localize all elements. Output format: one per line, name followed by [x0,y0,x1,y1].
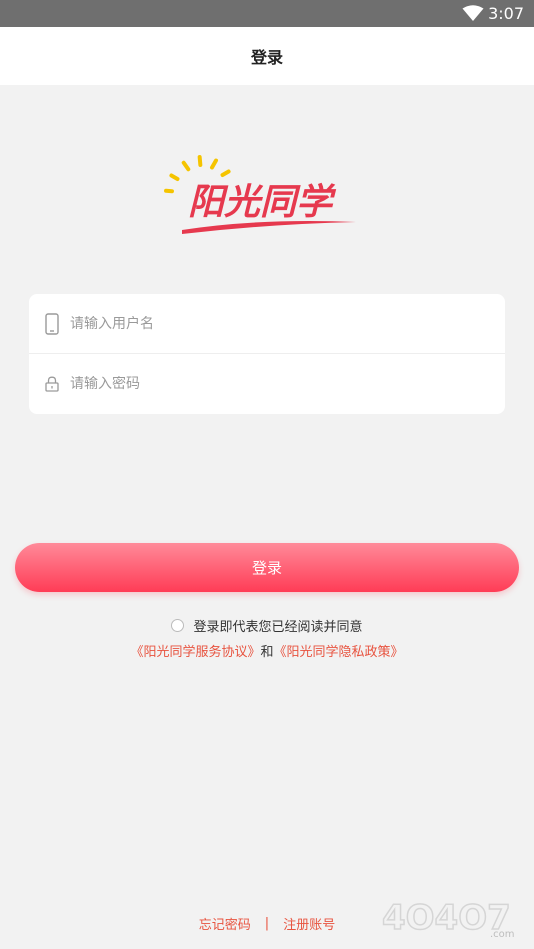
app-logo: 阳光同学 [164,155,356,234]
service-agreement-link[interactable]: 《阳光同学服务协议》 [130,645,260,660]
page-title: 登录 [250,48,283,67]
password-field [29,354,505,414]
password-input[interactable] [70,376,450,392]
watermark: 4O4O7 .com [381,897,515,940]
nav-bar: 登录 [0,27,534,85]
logo-text: 阳光同学 [188,182,337,223]
agree-checkbox[interactable] [171,618,185,632]
svg-text:.com: .com [490,929,515,940]
status-time: 3:07 [488,4,524,23]
footer-separator: | [264,916,270,931]
forgot-password-link[interactable]: 忘记密码 [199,914,251,933]
wifi-icon [462,5,484,21]
phone-icon [44,312,60,335]
login-form [29,294,505,414]
agreement-and: 和 [260,645,274,660]
privacy-policy-link[interactable]: 《阳光同学隐私政策》 [274,645,404,660]
agreement-text: 登录即代表您已经阅读并同意 [193,619,363,635]
username-input[interactable] [70,315,450,332]
status-bar: 3:07 [0,0,534,27]
login-button-label: 登录 [251,559,282,577]
register-link[interactable]: 注册账号 [283,914,335,933]
lock-icon [44,373,60,395]
login-button[interactable]: 登录 [15,543,519,592]
username-field [29,294,505,354]
agreement: 登录即代表您已经阅读并同意 《阳光同学服务协议》和《阳光同学隐私政策》 [0,615,534,660]
